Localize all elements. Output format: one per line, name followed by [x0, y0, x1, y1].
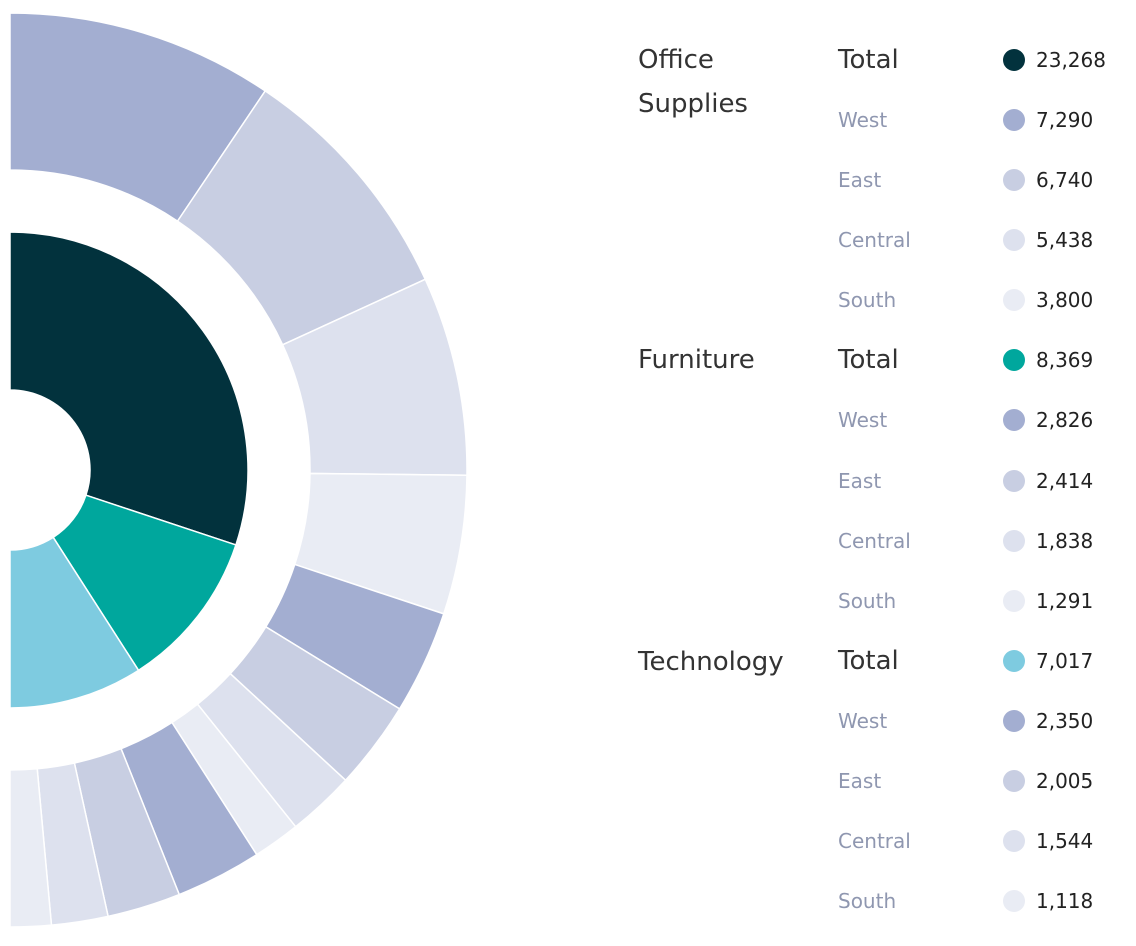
legend-dot-east: [1003, 470, 1025, 492]
legend-value-total: 8,369: [1036, 348, 1094, 372]
legend-value-west: 2,350: [1036, 709, 1094, 733]
legend-value-central: 1,838: [1036, 529, 1094, 553]
category-label-line: Technology: [638, 647, 784, 677]
category-label-line: Furniture: [638, 345, 755, 375]
legend-value-south: 1,291: [1036, 589, 1094, 613]
legend-row-label-total: Total: [838, 345, 899, 375]
legend-row-label-east: East: [838, 168, 882, 192]
legend-dot-west: [1003, 710, 1025, 732]
legend-row-label-east: East: [838, 469, 882, 493]
legend-row-label-east: East: [838, 769, 882, 793]
legend-row-label-south: South: [838, 889, 897, 913]
legend-value-east: 2,414: [1036, 469, 1094, 493]
legend-value-central: 5,438: [1036, 228, 1094, 252]
legend-dot-total: [1003, 349, 1025, 371]
legend-row-label-west: West: [838, 709, 888, 733]
legend-dot-south: [1003, 890, 1025, 912]
category-label: Furniture: [638, 338, 808, 382]
legend-value-east: 2,005: [1036, 769, 1094, 793]
legend-row-label-central: Central: [838, 829, 911, 853]
legend-dot-central: [1003, 229, 1025, 251]
legend-dot-south: [1003, 590, 1025, 612]
legend-row-label-west: West: [838, 408, 888, 432]
sunburst-chart: [9, 12, 468, 928]
legend-dot-south: [1003, 289, 1025, 311]
legend-dot-total: [1003, 49, 1025, 71]
category-label-line: Supplies: [638, 89, 748, 119]
legend-value-south: 3,800: [1036, 288, 1094, 312]
legend-value-west: 7,290: [1036, 108, 1094, 132]
legend-row-label-central: Central: [838, 228, 911, 252]
category-label-line: Office: [638, 45, 714, 75]
legend-dot-central: [1003, 830, 1025, 852]
category-label: Technology: [638, 640, 808, 684]
legend-dot-west: [1003, 409, 1025, 431]
inner-ring-category-totals: [9, 231, 249, 709]
legend-row-label-south: South: [838, 288, 897, 312]
inner-slice-office-supplies[interactable]: [9, 231, 249, 546]
category-label: Office Supplies: [638, 38, 808, 126]
legend-value-east: 6,740: [1036, 168, 1094, 192]
legend-value-west: 2,826: [1036, 408, 1094, 432]
legend-dot-total: [1003, 650, 1025, 672]
legend-dot-east: [1003, 169, 1025, 191]
legend-dot-central: [1003, 530, 1025, 552]
legend-value-total: 7,017: [1036, 649, 1094, 673]
legend-row-label-central: Central: [838, 529, 911, 553]
legend-dot-east: [1003, 770, 1025, 792]
legend-value-south: 1,118: [1036, 889, 1094, 913]
legend-row-label-south: South: [838, 589, 897, 613]
legend-value-central: 1,544: [1036, 829, 1094, 853]
legend-dot-west: [1003, 109, 1025, 131]
legend-row-label-west: West: [838, 108, 888, 132]
legend-row-label-total: Total: [838, 646, 899, 676]
legend-value-total: 23,268: [1036, 48, 1106, 72]
legend-row-label-total: Total: [838, 45, 899, 75]
